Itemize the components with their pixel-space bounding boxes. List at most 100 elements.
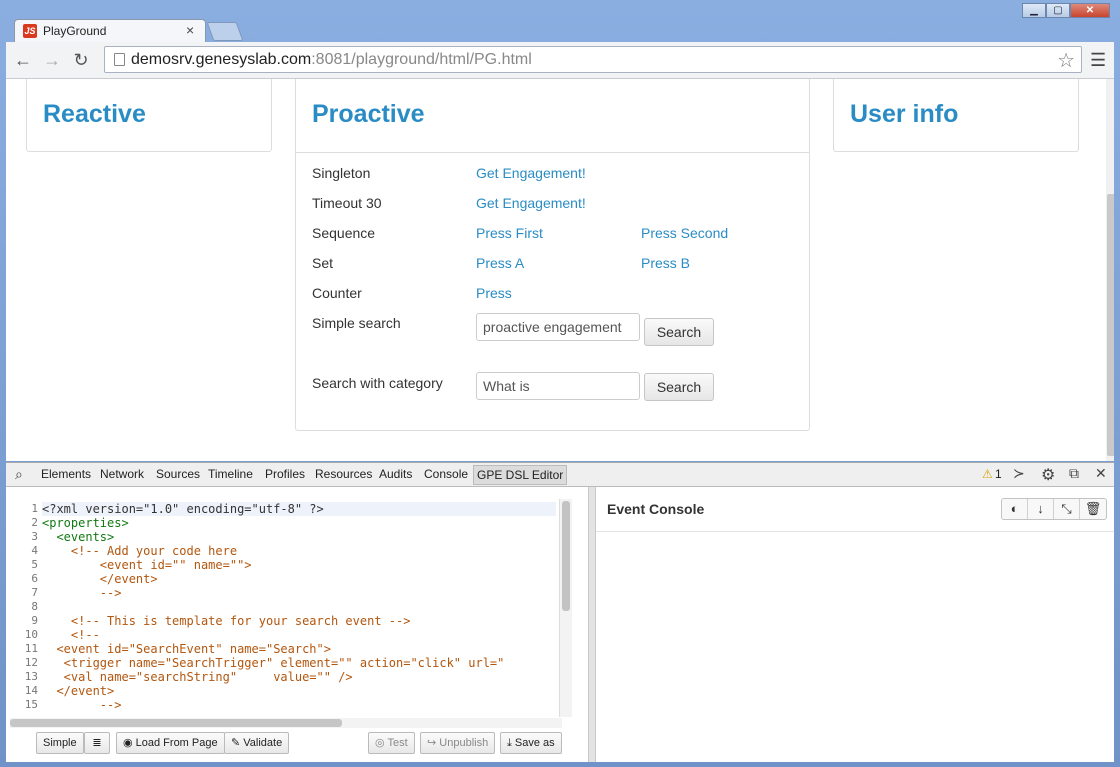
press-link[interactable]: Press [476,285,512,301]
timeout-link[interactable]: Get Engagement! [476,195,586,211]
page-scrollbar[interactable] [1106,79,1114,461]
dock-icon[interactable]: ⧉ [1069,465,1079,482]
simple-search-label: Simple search [312,315,401,331]
maximize-button[interactable]: ▢ [1046,3,1070,18]
reload-icon[interactable]: ↻ [69,48,93,72]
code-line: <!-- This is template for your search ev… [42,614,411,628]
star-icon[interactable]: ☆ [1057,48,1075,73]
row-label-timeout: Timeout 30 [312,195,382,211]
simple-search-button[interactable]: Search [644,318,714,346]
press-b-link[interactable]: Press B [641,255,690,271]
console-button-group: ◐ ↓ ⤡ 🗑 [1001,498,1107,520]
dsl-editor[interactable]: 1 2 3 4 5 6 7 8 9 10 11 12 13 14 15 <?xm… [6,487,588,762]
close-window-button[interactable]: ✕ [1070,3,1110,18]
reactive-title: Reactive [43,100,146,128]
code-line: <val name="searchString" value="" /> [42,670,353,684]
tab-elements[interactable]: Elements [41,467,91,481]
format-icon[interactable]: ≣ [84,732,110,754]
editor-hscroll-thumb[interactable] [10,719,342,727]
collapse-icon[interactable]: ⤡ [1054,499,1080,519]
event-console-title: Event Console [607,501,705,517]
press-a-link[interactable]: Press A [476,255,524,271]
browser-tab[interactable]: JS PlayGround × [14,19,206,43]
line-numbers: 1 2 3 4 5 6 7 8 9 10 11 12 13 14 15 [24,502,38,711]
url-text: demosrv.genesyslab.com:8081/playground/h… [131,51,532,68]
row-label-singleton: Singleton [312,165,371,181]
tab-timeline[interactable]: Timeline [208,467,253,481]
code-line: <?xml version="1.0" encoding="utf-8" ?> [42,502,556,516]
code-line: </event> [42,684,115,698]
category-search-input[interactable]: What is [476,372,640,400]
web-page: Reactive Proactive Singleton Get Engagem… [6,79,1114,461]
address-bar[interactable]: demosrv.genesyslab.com:8081/playground/h… [104,46,1082,73]
browser-toolbar: ← → ↻ demosrv.genesyslab.com:8081/playgr… [6,42,1114,79]
event-console-header: Event Console ◐ ↓ ⤡ 🗑 [596,487,1114,532]
page-scrollbar-thumb[interactable] [1107,194,1114,456]
userinfo-title: User info [850,100,959,128]
press-second-link[interactable]: Press Second [641,225,728,241]
tab-audits[interactable]: Audits [379,467,412,481]
event-console: Event Console ◐ ↓ ⤡ 🗑 [596,487,1114,762]
row-label-sequence: Sequence [312,225,376,241]
code-line: <event id="" name=""> [42,558,252,572]
code-line: <events> [42,530,115,544]
simple-button[interactable]: Simple [36,732,84,754]
trash-icon[interactable]: 🗑 [1080,499,1106,519]
code-line: <trigger name="SearchTrigger" element=""… [42,656,505,670]
forward-icon[interactable]: → [40,48,64,72]
favicon-icon: JS [23,24,37,38]
proactive-title: Proactive [312,100,425,128]
tab-network[interactable]: Network [100,467,144,481]
devtools-toolbar: ⌕ Elements Network Sources Timeline Prof… [6,462,1114,487]
tab-profiles[interactable]: Profiles [265,467,305,481]
editor-vertical-scrollbar[interactable] [559,499,572,717]
editor-vscroll-thumb[interactable] [562,501,570,611]
panel-splitter[interactable] [588,487,596,762]
validate-icon: ✎ [231,737,244,749]
arrow-down-icon[interactable]: ↓ [1028,499,1054,519]
panel-divider [296,152,809,153]
console-drawer-icon[interactable]: ≻ [1013,465,1025,482]
page-icon [114,53,125,66]
tab-console[interactable]: Console [424,467,468,481]
load-from-page-button[interactable]: ◉ Load From Page [116,732,225,754]
unpublish-button[interactable]: ↪ Unpublish [420,732,496,754]
hamburger-menu-icon[interactable]: ☰ [1090,50,1106,71]
hide-icon[interactable]: ◐ [1002,499,1028,519]
code-line: <!-- Add your code here [42,544,238,558]
close-icon[interactable]: ✕ [1095,465,1107,482]
singleton-link[interactable]: Get Engagement! [476,165,586,181]
code-line: --> [42,698,122,712]
tab-close-icon[interactable]: × [186,23,194,37]
test-button[interactable]: ◎ Test [368,732,415,754]
gear-icon[interactable]: ⚙ [1041,465,1055,485]
new-tab-button[interactable] [206,22,244,41]
category-search-label: Search with category [312,375,443,391]
test-icon: ◎ [375,737,388,749]
tab-gpe-dsl-editor[interactable]: GPE DSL Editor [473,465,568,485]
warning-count: 1 [995,467,1002,481]
tab-title: PlayGround [43,24,107,38]
row-label-counter: Counter [312,285,362,301]
search-icon[interactable]: ⌕ [15,466,23,483]
code-line: <properties> [42,516,129,530]
proactive-panel: Proactive Singleton Get Engagement! Time… [295,79,810,431]
back-icon[interactable]: ← [11,48,35,72]
tab-sources[interactable]: Sources [156,467,200,481]
save-as-button[interactable]: ⤓ Save as [500,732,562,754]
editor-horizontal-scrollbar[interactable] [10,718,562,728]
minimize-button[interactable]: ▁ [1022,3,1046,18]
code-area[interactable]: <?xml version="1.0" encoding="utf-8" ?> … [42,502,556,722]
validate-button[interactable]: ✎ Validate [224,732,290,754]
load-icon: ◉ [123,737,136,749]
simple-search-input[interactable]: proactive engagement [476,313,640,341]
warning-icon[interactable]: ⚠ [982,467,993,481]
category-search-button[interactable]: Search [644,373,714,401]
unpublish-icon: ↪ [427,737,440,749]
press-first-link[interactable]: Press First [476,225,543,241]
code-line: <event id="SearchEvent" name="Search"> [42,642,331,656]
reactive-panel: Reactive [26,79,272,152]
tab-resources[interactable]: Resources [315,467,372,481]
code-line: </event> [42,572,158,586]
